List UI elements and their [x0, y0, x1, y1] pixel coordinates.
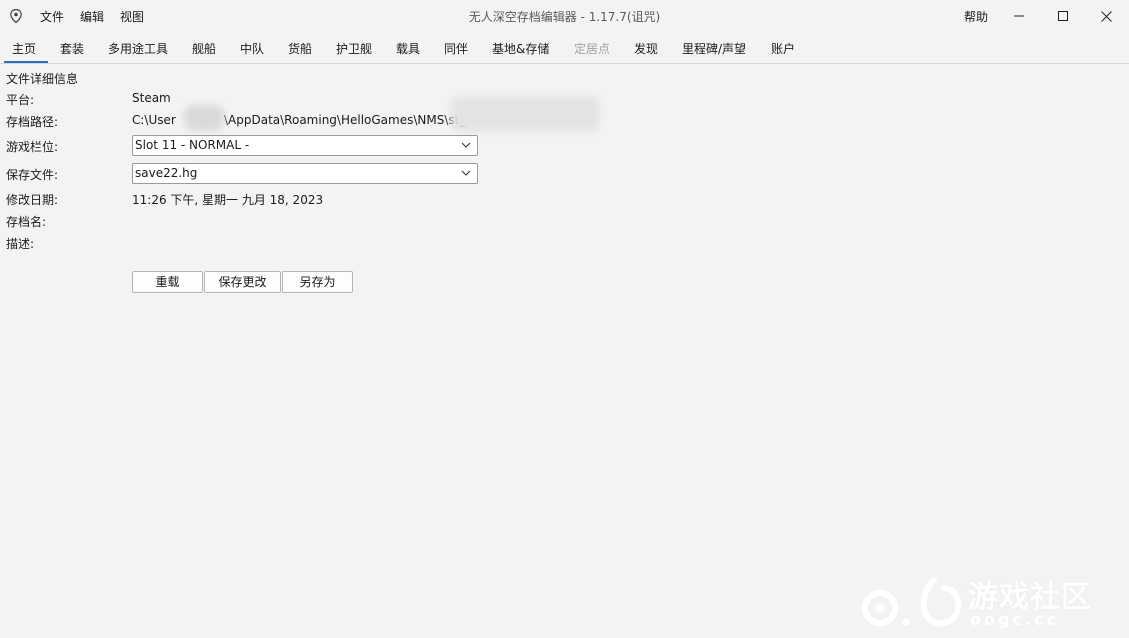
redaction-blur — [450, 96, 600, 132]
menu-help[interactable]: 帮助 — [964, 8, 988, 25]
tab-companions[interactable]: 同伴 — [444, 40, 468, 57]
section-title: 文件详细信息 — [6, 72, 79, 86]
tab-frigates[interactable]: 护卫舰 — [336, 40, 372, 57]
save-changes-button[interactable]: 保存更改 — [204, 271, 281, 293]
tab-account[interactable]: 账户 — [771, 40, 795, 57]
save-name-label: 存档名: — [6, 215, 47, 229]
watermark-logo-icon — [862, 577, 962, 627]
tab-discovery[interactable]: 发现 — [634, 40, 658, 57]
maximize-icon — [1058, 11, 1068, 21]
minimize-button[interactable] — [996, 0, 1042, 32]
title-bar: 文件 编辑 视图 无人深空存档编辑器 - 1.17.7(诅咒) 帮助 — [0, 0, 1129, 32]
tab-freighter[interactable]: 货船 — [288, 40, 312, 57]
slot-select-value: Slot 11 - NORMAL - — [135, 138, 250, 152]
menu-file[interactable]: 文件 — [38, 8, 66, 25]
tab-starships[interactable]: 舰船 — [192, 40, 216, 57]
description-label: 描述: — [6, 237, 35, 251]
tab-milestones[interactable]: 里程碑/声望 — [682, 40, 746, 57]
tab-settlements: 定居点 — [574, 42, 611, 56]
modified-value: 11:26 下午, 星期一 九月 18, 2023 — [132, 193, 324, 207]
app-icon — [10, 9, 22, 23]
platform-label: 平台: — [6, 93, 35, 107]
tab-home[interactable]: 主页 — [12, 40, 36, 57]
watermark: 游戏社区 oogc.cc — [862, 572, 1092, 630]
close-button[interactable] — [1083, 0, 1129, 32]
path-value-end: \AppData\Roaming\HelloGames\NMS\st_ — [224, 113, 466, 127]
file-select[interactable]: save22.hg — [132, 163, 478, 184]
file-label: 保存文件: — [6, 168, 59, 182]
active-tab-indicator — [4, 61, 48, 63]
tab-multitool[interactable]: 多用途工具 — [108, 40, 168, 57]
chevron-down-icon — [461, 142, 471, 148]
window-title: 无人深空存档编辑器 - 1.17.7(诅咒) — [468, 10, 661, 24]
close-icon — [1100, 10, 1112, 22]
tab-bar: 主页 套装 多用途工具 舰船 中队 货船 护卫舰 载具 同伴 基地&存储 定居点… — [0, 33, 1129, 64]
tab-vehicles[interactable]: 载具 — [396, 40, 420, 57]
tab-exosuit[interactable]: 套装 — [60, 40, 84, 57]
menu-edit[interactable]: 编辑 — [78, 8, 106, 25]
platform-value: Steam — [132, 91, 171, 105]
tab-bases-storage[interactable]: 基地&存储 — [492, 40, 549, 57]
file-select-value: save22.hg — [135, 166, 198, 180]
redaction-blur — [184, 105, 224, 131]
tab-squadron[interactable]: 中队 — [240, 40, 264, 57]
reload-button[interactable]: 重载 — [132, 271, 203, 293]
chevron-down-icon — [461, 170, 471, 176]
slot-label: 游戏栏位: — [6, 140, 59, 154]
maximize-button[interactable] — [1040, 0, 1086, 32]
modified-label: 修改日期: — [6, 193, 59, 207]
menu-view[interactable]: 视图 — [118, 8, 146, 25]
path-value-start: C:\User — [132, 113, 176, 127]
path-label: 存档路径: — [6, 115, 59, 129]
slot-select[interactable]: Slot 11 - NORMAL - — [132, 135, 478, 156]
save-as-button[interactable]: 另存为 — [282, 271, 353, 293]
watermark-subtext: oogc.cc — [970, 610, 1059, 629]
minimize-icon — [1014, 15, 1024, 17]
